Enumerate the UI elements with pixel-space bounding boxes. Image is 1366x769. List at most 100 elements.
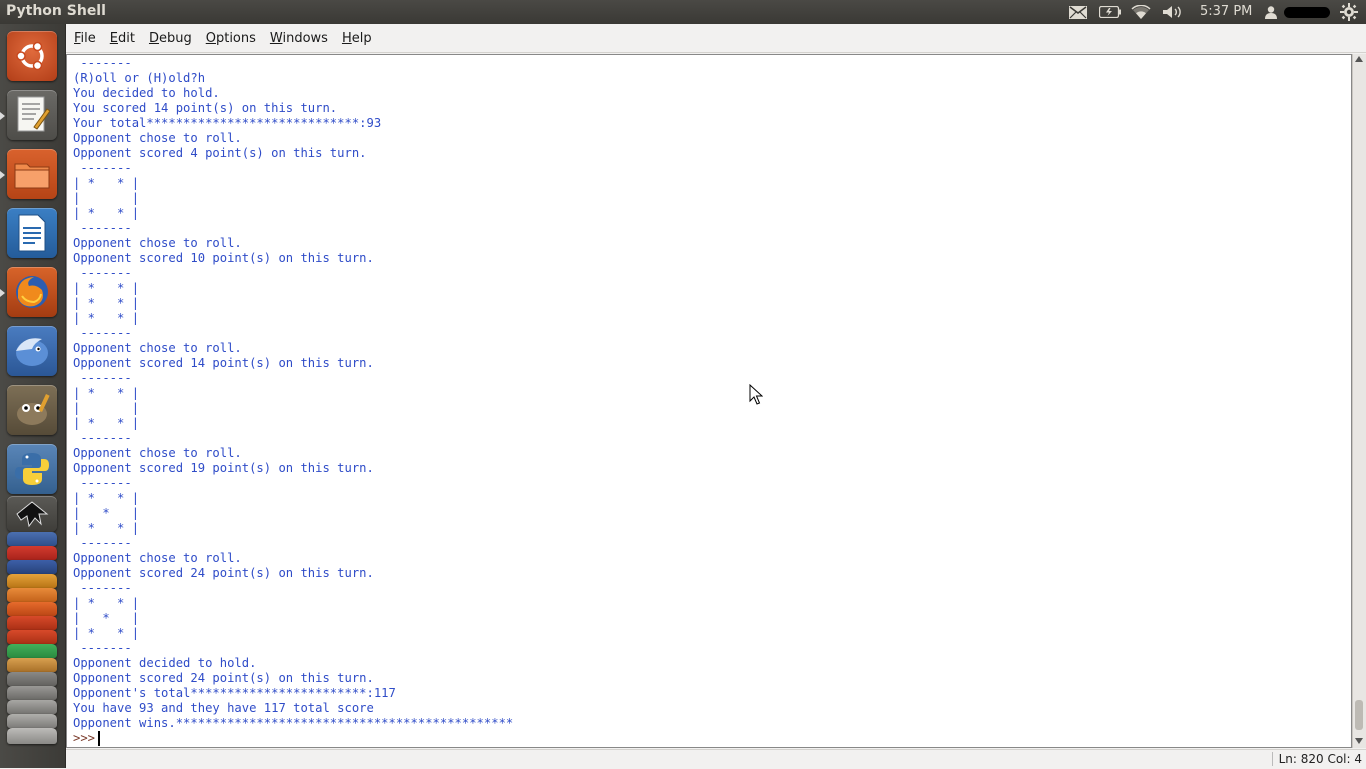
battery-icon[interactable] xyxy=(1098,0,1122,24)
menu-file[interactable]: File xyxy=(68,31,102,46)
scroll-down-arrow-icon[interactable] xyxy=(1355,738,1363,744)
qtcreator-icon[interactable] xyxy=(7,644,57,658)
files-icon[interactable] xyxy=(7,149,57,199)
vertical-scrollbar[interactable] xyxy=(1352,54,1366,748)
qbittorrent-icon[interactable] xyxy=(7,532,57,546)
misc-icon[interactable] xyxy=(7,672,57,686)
shell-output-line: ------- xyxy=(73,221,132,235)
status-bar: Ln: 820 Col: 4 xyxy=(66,749,1366,769)
menu-bar: File Edit Debug Options Windows Help xyxy=(66,24,1366,53)
shell-prompt-line[interactable]: >>> xyxy=(73,731,101,746)
shell-output-line: ------- xyxy=(73,431,132,445)
shell-output-line: | * * | xyxy=(73,626,140,640)
misc-icon[interactable] xyxy=(7,686,57,700)
menu-debug[interactable]: Debug xyxy=(143,31,198,46)
shell-output-line: | * * | xyxy=(73,521,140,535)
shell-output-line: Opponent scored 14 point(s) on this turn… xyxy=(73,356,374,370)
scroll-up-arrow-icon[interactable] xyxy=(1355,56,1363,62)
shell-output-line: ------- xyxy=(73,161,132,175)
launcher xyxy=(0,24,66,768)
shell-output-line: You have 93 and they have 117 total scor… xyxy=(73,701,374,715)
game-icon[interactable] xyxy=(7,602,57,616)
menu-edit[interactable]: Edit xyxy=(104,31,141,46)
shell-output-line: Opponent scored 4 point(s) on this turn. xyxy=(73,146,367,160)
shell-output-line: | * * | xyxy=(73,281,140,295)
shell-output-line: Your total*****************************:… xyxy=(73,116,382,130)
misc-icon[interactable] xyxy=(7,700,57,714)
filezilla-icon[interactable] xyxy=(7,546,57,560)
shell-output-line: Opponent chose to roll. xyxy=(73,341,242,355)
shell-output-line: Opponent decided to hold. xyxy=(73,656,257,670)
shell-output-line: Opponent chose to roll. xyxy=(73,131,242,145)
app-icon[interactable] xyxy=(7,616,57,630)
disk-icon[interactable] xyxy=(7,658,57,672)
menu-windows[interactable]: Windows xyxy=(264,31,334,46)
redacted-username xyxy=(1283,0,1331,24)
libreoffice-writer-icon[interactable] xyxy=(7,208,57,258)
ubuntu-dash-icon[interactable] xyxy=(7,31,57,81)
clock[interactable]: 5:37 PM xyxy=(1200,4,1252,19)
shell-output-line: Opponent's total************************… xyxy=(73,686,396,700)
shell-output-line: Opponent chose to roll. xyxy=(73,236,242,250)
shell-output-line: Opponent chose to roll. xyxy=(73,446,242,460)
cursor-position: Ln: 820 Col: 4 xyxy=(1271,752,1362,766)
shell-output-line: Opponent scored 24 point(s) on this turn… xyxy=(73,671,374,685)
scrollbar-thumb[interactable] xyxy=(1355,700,1363,730)
shell-output-line: ------- xyxy=(73,56,132,70)
calendar-icon[interactable] xyxy=(7,560,57,574)
shell-output-line: ------- xyxy=(73,326,132,340)
shell-output-line: | * | xyxy=(73,611,140,625)
running-indicator xyxy=(0,112,5,120)
shell-output-line: | * * | xyxy=(73,596,140,610)
shell-output-line: | * * | xyxy=(73,386,140,400)
shell-text-area[interactable]: ------- (R)oll or (H)old?h You decided t… xyxy=(66,54,1352,748)
shell-output-line: ------- xyxy=(73,641,132,655)
shell-output-line: ------- xyxy=(73,371,132,385)
trash-icon[interactable] xyxy=(7,728,57,744)
shell-output-line: | * | xyxy=(73,506,140,520)
text-editor-icon[interactable] xyxy=(7,90,57,140)
thunderbird-icon[interactable] xyxy=(7,326,57,376)
firefox-icon[interactable] xyxy=(7,267,57,317)
shell-output-line: Opponent scored 19 point(s) on this turn… xyxy=(73,461,374,475)
mouse-pointer-icon xyxy=(749,383,764,410)
mail-icon[interactable] xyxy=(1066,0,1090,24)
menu-help[interactable]: Help xyxy=(336,31,378,46)
wifi-icon[interactable] xyxy=(1129,0,1153,24)
window-title: Python Shell xyxy=(6,3,106,19)
shell-output-line: | * * | xyxy=(73,206,140,220)
app-icon[interactable] xyxy=(7,630,57,644)
menu-options[interactable]: Options xyxy=(200,31,262,46)
shell-output-line: | * * | xyxy=(73,491,140,505)
shell-output-line: You scored 14 point(s) on this turn. xyxy=(73,101,338,115)
volume-icon[interactable] xyxy=(1161,0,1185,24)
top-panel: Python Shell 5:37 PM xyxy=(0,0,1366,24)
misc-icon[interactable] xyxy=(7,714,57,728)
python-icon[interactable] xyxy=(7,444,57,494)
inkscape-icon[interactable] xyxy=(7,496,57,532)
shell-output-line: | * * | xyxy=(73,176,140,190)
shell-output-line: (R)oll or (H)old?h xyxy=(73,71,206,85)
user-icon[interactable] xyxy=(1262,0,1280,24)
shell-output-line: | * * | xyxy=(73,416,140,430)
photo-icon[interactable] xyxy=(7,574,57,588)
ubuntu-one-icon[interactable] xyxy=(7,588,57,602)
shell-output-line: ------- xyxy=(73,581,132,595)
shell-output-line: | | xyxy=(73,191,140,205)
shell-output-line: | * * | xyxy=(73,311,140,325)
running-indicator xyxy=(0,289,5,297)
shell-output-line: Opponent scored 24 point(s) on this turn… xyxy=(73,566,374,580)
shell-output: ------- (R)oll or (H)old?h You decided t… xyxy=(73,56,513,731)
shell-output-line: ------- xyxy=(73,476,132,490)
gimp-icon[interactable] xyxy=(7,385,57,435)
shell-output-line: Opponent scored 10 point(s) on this turn… xyxy=(73,251,374,265)
shell-output-line: | | xyxy=(73,401,140,415)
shell-output-line: ------- xyxy=(73,536,132,550)
session-gear-icon[interactable] xyxy=(1337,0,1361,24)
shell-prompt: >>> xyxy=(73,731,96,745)
running-indicator xyxy=(0,171,5,179)
shell-output-line: | * * | xyxy=(73,296,140,310)
shell-output-line: ------- xyxy=(73,266,132,280)
shell-output-line: You decided to hold. xyxy=(73,86,220,100)
text-cursor xyxy=(98,731,101,746)
